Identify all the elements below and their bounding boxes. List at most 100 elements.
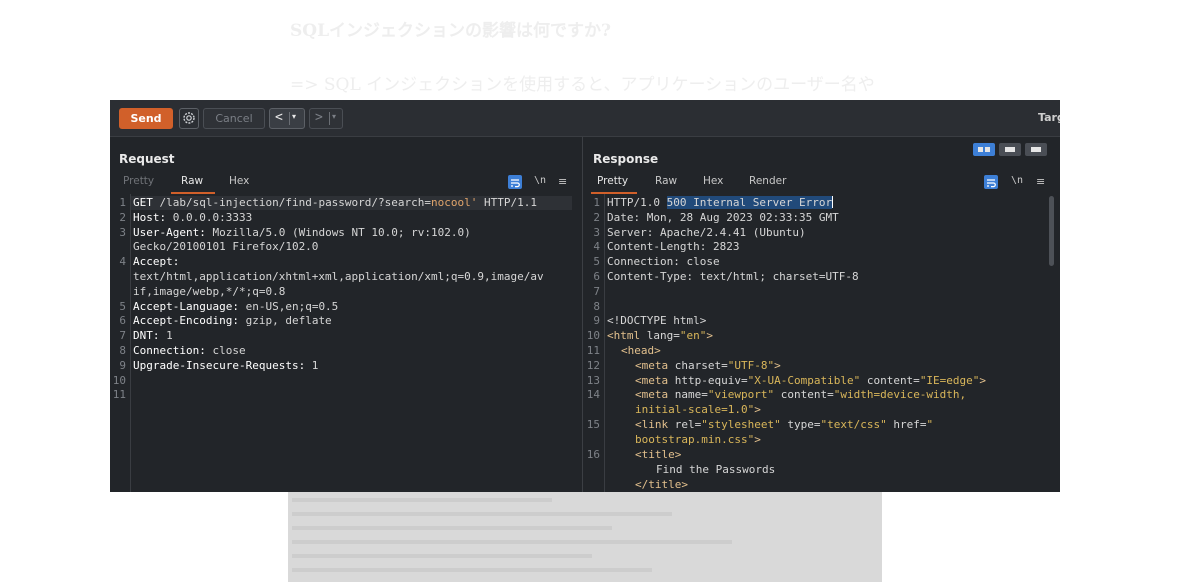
article-screenshot bbox=[288, 488, 882, 582]
line-number: 3 bbox=[119, 226, 126, 239]
header-line: Connection: close bbox=[607, 255, 720, 268]
header-line: DNT: 1 bbox=[133, 329, 173, 344]
send-button[interactable]: Send bbox=[119, 108, 173, 129]
line-number: 6 bbox=[119, 314, 126, 327]
header-line: Accept: bbox=[133, 255, 179, 270]
target-label[interactable]: Targ bbox=[1038, 111, 1060, 124]
line-number: 10 bbox=[586, 329, 600, 342]
response-tabs: Pretty Raw Hex Render \n ≡ bbox=[583, 175, 1060, 194]
html-line: <!DOCTYPE html> bbox=[607, 314, 706, 329]
header-line: Accept-Encoding: gzip, deflate bbox=[133, 314, 332, 329]
html-tag: <meta bbox=[635, 374, 675, 387]
html-tag: > bbox=[774, 359, 781, 372]
title-text: Find the Passwords bbox=[656, 463, 776, 476]
cancel-button[interactable]: Cancel bbox=[203, 108, 265, 129]
html-tag: > bbox=[754, 403, 761, 416]
html-tag: <head> bbox=[621, 344, 661, 357]
chevron-right-icon: > bbox=[315, 110, 323, 125]
html-line: <html lang="en"> bbox=[607, 329, 713, 344]
dropdown-arrow-icon[interactable]: ▾ bbox=[292, 112, 296, 121]
html-tag: <meta bbox=[635, 388, 675, 401]
line-number: 2 bbox=[119, 211, 126, 224]
layout-single-button[interactable] bbox=[1025, 143, 1047, 156]
html-attr-value: " bbox=[926, 418, 934, 431]
html-line: <meta http-equiv="X-UA-Compatible" conte… bbox=[635, 374, 986, 389]
request-editor[interactable]: 1 2 3 4 5 6 7 8 9 10 11 GET /lab/sql-inj… bbox=[110, 194, 582, 492]
layout-stacked-button[interactable] bbox=[999, 143, 1021, 156]
tab-raw[interactable]: Raw bbox=[181, 175, 203, 187]
header-line-wrap: text/html,application/xhtml+xml,applicat… bbox=[133, 270, 544, 285]
header-line: Date: Mon, 28 Aug 2023 02:33:35 GMT bbox=[607, 211, 839, 224]
history-forward-button[interactable]: > ▾ bbox=[309, 108, 343, 129]
html-tag: <title> bbox=[635, 448, 682, 461]
header-name: Accept-Language: bbox=[133, 300, 239, 313]
header-name: Host: bbox=[133, 211, 167, 224]
wrap-lines-icon[interactable] bbox=[508, 175, 522, 189]
history-back-button[interactable]: < ▾ bbox=[269, 108, 305, 129]
separator bbox=[329, 112, 330, 125]
tab-pretty[interactable]: Pretty bbox=[123, 175, 154, 187]
line-number: 9 bbox=[593, 314, 600, 327]
html-tag: <link bbox=[635, 418, 675, 431]
html-attr-value: bootstrap.min.css" bbox=[635, 433, 755, 446]
header-line: Content-Length: 2823 bbox=[607, 240, 740, 253]
tab-raw[interactable]: Raw bbox=[655, 175, 677, 187]
line-number: 4 bbox=[119, 255, 126, 268]
article-text: => SQL インジェクションを使用すると、アプリケーションのユーザー名や bbox=[290, 75, 875, 95]
line-number: 5 bbox=[593, 255, 600, 268]
line-number: 3 bbox=[593, 226, 600, 239]
dropdown-arrow-icon[interactable]: ▾ bbox=[332, 112, 336, 121]
html-tag: </title> bbox=[635, 478, 688, 491]
show-newlines-icon[interactable]: \n bbox=[1011, 175, 1023, 186]
html-attr: rel= bbox=[674, 418, 702, 431]
tab-hex[interactable]: Hex bbox=[229, 175, 249, 187]
chevron-left-icon: < bbox=[275, 110, 283, 125]
repeater-window: Send Cancel < ▾ > ▾ Targ Request Pretty … bbox=[110, 100, 1060, 492]
http-version: HTTP/1.0 bbox=[607, 196, 667, 209]
html-tag: > bbox=[706, 329, 713, 342]
line-number: 15 bbox=[586, 418, 600, 431]
show-newlines-icon[interactable]: \n bbox=[534, 175, 546, 186]
html-line: </title> bbox=[635, 478, 688, 492]
request-tabs: Pretty Raw Hex \n ≡ bbox=[110, 175, 582, 194]
line-number: 10 bbox=[112, 374, 126, 387]
tab-pretty[interactable]: Pretty bbox=[597, 175, 628, 187]
line-number: 12 bbox=[586, 359, 600, 372]
header-value: text/html,application/xhtml+xml,applicat… bbox=[133, 270, 544, 283]
vertical-scrollbar[interactable] bbox=[1049, 196, 1054, 266]
html-attr-value: "stylesheet" bbox=[701, 418, 781, 431]
text-cursor bbox=[832, 196, 834, 208]
header-line: Server: Apache/2.4.41 (Ubuntu) bbox=[607, 226, 806, 239]
wrap-lines-icon[interactable] bbox=[984, 175, 998, 189]
response-editor[interactable]: 1 2 3 4 5 6 7 8 9 10 11 12 13 14 15 16 H… bbox=[583, 194, 1060, 492]
line-number: 8 bbox=[593, 300, 600, 313]
html-attr: http-equiv= bbox=[674, 374, 748, 387]
header-value: Mozilla/5.0 (Windows NT 10.0; rv:102.0) bbox=[205, 226, 471, 239]
header-line: Upgrade-Insecure-Requests: 1 bbox=[133, 359, 318, 374]
search-param-value: nocool' bbox=[431, 196, 478, 209]
menu-icon[interactable]: ≡ bbox=[1036, 175, 1045, 188]
settings-button[interactable] bbox=[179, 108, 199, 129]
header-name: Connection: bbox=[133, 344, 206, 357]
request-path: /lab/sql-injection/find-password/?search… bbox=[159, 196, 432, 209]
http-method: GET bbox=[133, 196, 160, 209]
menu-icon[interactable]: ≡ bbox=[558, 175, 567, 188]
gutter-border bbox=[604, 194, 605, 492]
tab-render[interactable]: Render bbox=[749, 175, 786, 187]
html-attr: content= bbox=[860, 374, 920, 387]
line-number: 11 bbox=[586, 344, 600, 357]
html-tag: <meta bbox=[635, 359, 675, 372]
html-attr: type= bbox=[780, 418, 821, 431]
tab-hex[interactable]: Hex bbox=[703, 175, 723, 187]
header-value: 0.0.0.0:3333 bbox=[166, 211, 253, 224]
toolbar: Send Cancel < ▾ > ▾ Targ bbox=[110, 100, 1060, 137]
line-number: 1 bbox=[593, 196, 600, 209]
header-value: 1 bbox=[159, 329, 173, 342]
request-line: GET /lab/sql-injection/find-password/?se… bbox=[133, 196, 537, 211]
header-value: gzip, deflate bbox=[238, 314, 332, 327]
html-attr-value: "viewport" bbox=[707, 388, 775, 401]
layout-side-by-side-button[interactable] bbox=[973, 143, 995, 156]
status-line: HTTP/1.0 500 Internal Server Error bbox=[607, 196, 834, 211]
html-attr: href= bbox=[886, 418, 927, 431]
html-line: <link rel="stylesheet" type="text/css" h… bbox=[635, 418, 933, 433]
